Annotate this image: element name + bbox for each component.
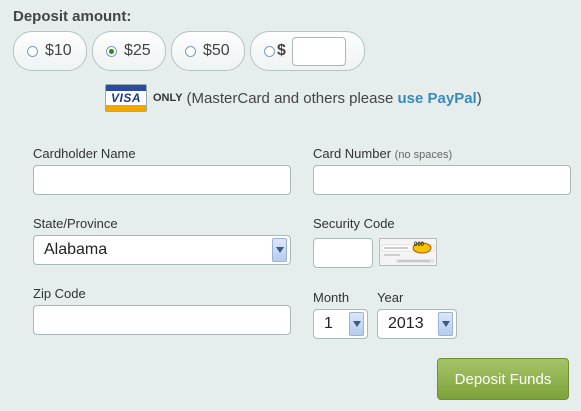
deposit-amount-title: Deposit amount:	[13, 8, 132, 25]
visa-logo-text: VISA	[110, 91, 141, 105]
amount-25-label: $25	[124, 42, 151, 59]
chevron-down-icon[interactable]	[272, 238, 287, 262]
amount-option-10[interactable]: $10	[13, 31, 87, 71]
chevron-down-icon[interactable]	[438, 312, 453, 336]
security-code-label: Security Code	[313, 216, 395, 231]
amount-50-radio[interactable]	[185, 45, 196, 57]
custom-amount-input[interactable]	[291, 36, 346, 66]
state-label: State/Province	[33, 216, 118, 231]
amount-10-label: $10	[45, 42, 72, 59]
amount-25-radio[interactable]	[106, 45, 117, 57]
amount-option-custom[interactable]: $	[250, 31, 365, 71]
card-number-label: Card Number	[313, 146, 392, 161]
cardholder-label: Cardholder Name	[33, 146, 136, 161]
zip-label: Zip Code	[33, 286, 86, 301]
year-select-value: 2013	[388, 315, 424, 332]
amount-custom-prefix: $	[277, 42, 286, 59]
state-select-value: Alabama	[44, 241, 108, 258]
month-select-value: 1	[324, 315, 333, 332]
visa-only-label: ONLY	[153, 92, 183, 104]
security-code-sample-image	[379, 238, 437, 266]
card-notice: VISA ONLY (MasterCard and others please …	[105, 84, 482, 112]
month-select[interactable]: 1	[313, 309, 368, 339]
visa-logo: VISA	[105, 84, 147, 112]
card-note-text: (MasterCard and others please	[186, 89, 394, 107]
amount-option-50[interactable]: $50	[171, 31, 245, 71]
card-number-label-row: Card Number (no spaces)	[313, 146, 452, 161]
cardholder-input[interactable]	[33, 165, 291, 195]
cvv-sample-digits: 000	[414, 242, 425, 248]
card-number-input[interactable]	[313, 165, 571, 195]
chevron-down-icon[interactable]	[349, 312, 364, 336]
card-note-close: )	[476, 89, 482, 107]
amount-option-25[interactable]: $25	[92, 31, 166, 71]
card-number-hint: (no spaces)	[394, 149, 453, 161]
amount-10-radio[interactable]	[27, 45, 38, 57]
month-label: Month	[313, 290, 350, 305]
year-label: Year	[377, 290, 404, 305]
state-select[interactable]: Alabama	[33, 235, 291, 265]
paypal-link[interactable]: use PayPal	[398, 90, 477, 107]
deposit-funds-button[interactable]: Deposit Funds	[437, 358, 569, 400]
zip-input[interactable]	[33, 305, 291, 335]
amount-50-label: $50	[203, 42, 230, 59]
security-code-input[interactable]	[313, 238, 373, 268]
amount-custom-radio[interactable]	[264, 45, 275, 57]
year-select[interactable]: 2013	[377, 309, 457, 339]
